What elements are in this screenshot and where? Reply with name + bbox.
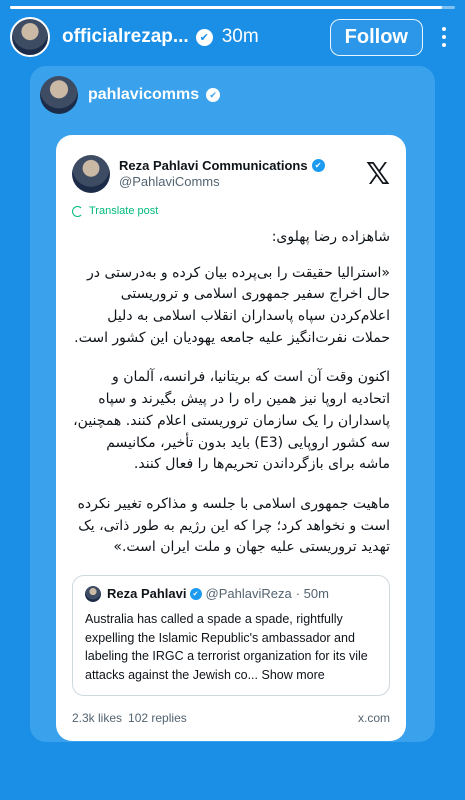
tweet-author-name: Reza Pahlavi Communications ✔ [119, 158, 325, 174]
verified-badge-icon: ✔ [311, 159, 325, 173]
translate-post-link[interactable]: Translate post [72, 205, 390, 217]
shared-post-header[interactable]: pahlavicomms ✔ [40, 76, 221, 114]
tweet-paragraph: اکنون وقت آن است که بریتانیا، فرانسه، آل… [73, 369, 390, 473]
replies-count: 102 replies [128, 711, 187, 725]
story-username[interactable]: officialrezap... [62, 26, 189, 48]
story-progress-bar [10, 6, 455, 9]
tweet-header: Reza Pahlavi Communications ✔ @PahlaviCo… [72, 143, 390, 205]
more-options-icon[interactable] [433, 27, 455, 47]
tweet-footer: 2.3k likes 102 replies x.com [72, 711, 390, 725]
verified-badge-icon: ✔ [195, 28, 213, 46]
tweet-paragraph: «استرالیا حقیقت را بی‌پرده بیان کرده و ب… [74, 264, 390, 346]
quoted-timestamp: · 50m [295, 586, 329, 602]
quoted-author-handle: @PahlaviReza [205, 586, 292, 602]
show-more-link[interactable]: Show more [262, 668, 325, 682]
x-logo-icon: 𝕏 [365, 156, 390, 192]
tweet-card[interactable]: Reza Pahlavi Communications ✔ @PahlaviCo… [56, 135, 406, 741]
quoted-author-name: Reza Pahlavi [107, 586, 187, 602]
tweet-avatar [72, 155, 110, 193]
story-timestamp: 30m [221, 26, 259, 47]
translate-icon [72, 205, 83, 217]
shared-avatar[interactable] [40, 76, 78, 114]
source-domain[interactable]: x.com [358, 711, 390, 725]
tweet-author-handle: @PahlaviComms [119, 174, 220, 189]
story-progress-fill [10, 6, 442, 9]
quoted-avatar [85, 585, 101, 602]
quoted-tweet[interactable]: Reza Pahlavi ✔ @PahlaviReza · 50m Austra… [72, 574, 390, 696]
verified-badge-icon: ✔ [206, 88, 221, 102]
follow-button[interactable]: Follow [329, 18, 423, 56]
tweet-paragraph: ماهیت جمهوری اسلامی با جلسه و مذاکره تغی… [77, 495, 390, 556]
quoted-tweet-text: Australia has called a spade a spade, ri… [85, 611, 368, 683]
verified-badge-icon: ✔ [189, 587, 202, 600]
likes-count: 2.3k likes [72, 711, 123, 725]
avatar[interactable] [10, 17, 50, 57]
tweet-body: شاهزاده رضا پهلوی: «استرالیا حقیقت را بی… [72, 227, 390, 559]
tweet-paragraph: شاهزاده رضا پهلوی: [271, 229, 390, 245]
shared-username[interactable]: pahlavicomms [88, 86, 199, 104]
story-header: officialrezap... ✔ 30m Follow [10, 14, 455, 60]
quoted-tweet-header: Reza Pahlavi ✔ @PahlaviReza · 50m [85, 585, 377, 602]
